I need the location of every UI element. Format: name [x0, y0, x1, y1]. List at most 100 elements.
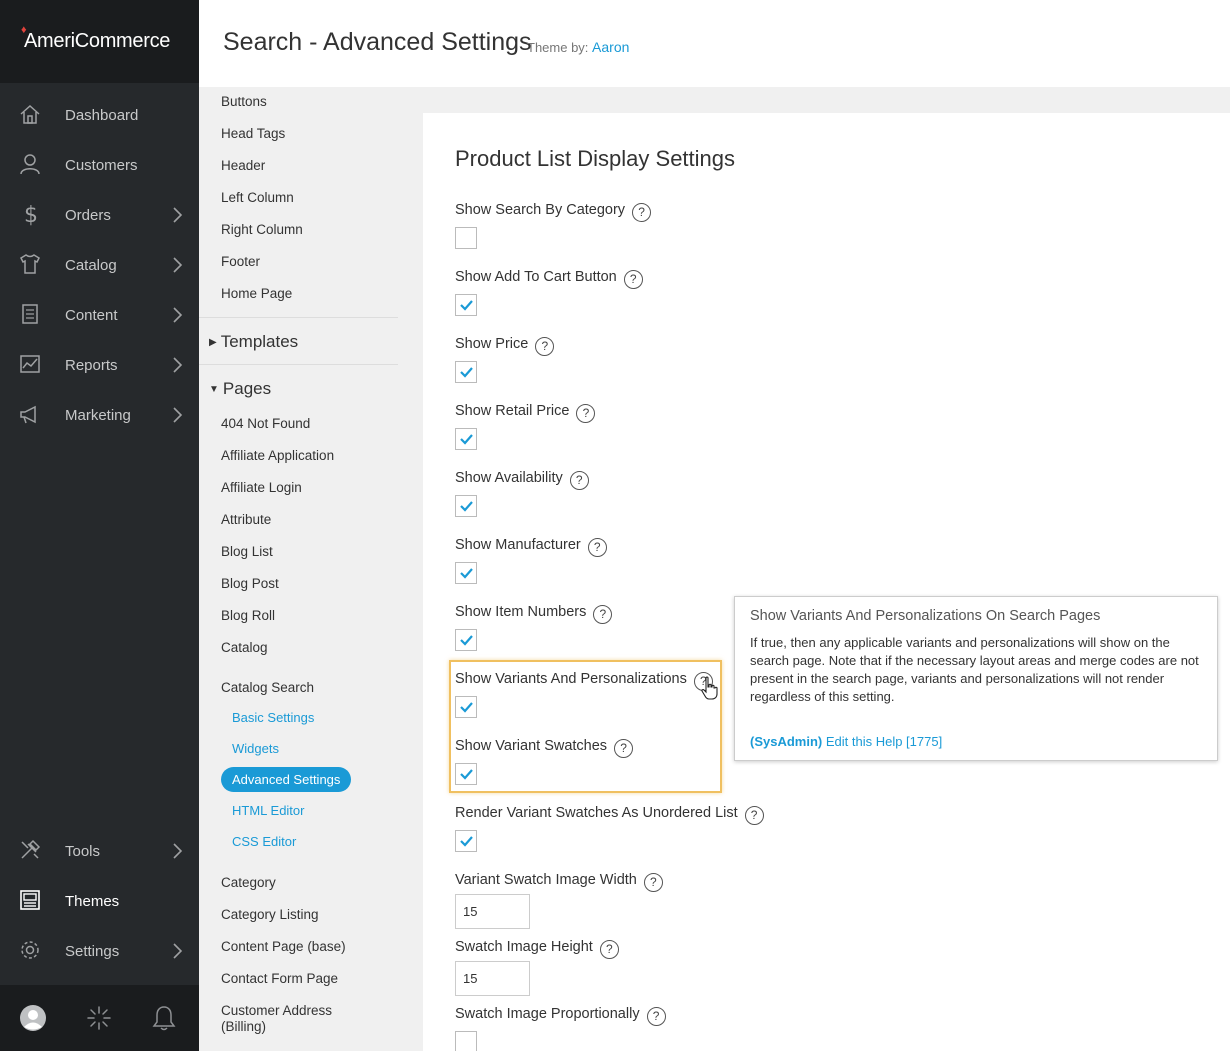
- tree-subitem[interactable]: Basic Settings: [232, 710, 314, 725]
- loading-icon[interactable]: [84, 1003, 114, 1033]
- setting-checkbox[interactable]: [455, 495, 477, 517]
- tree-section-templates[interactable]: ▶ Templates: [209, 332, 298, 352]
- tree-subitem[interactable]: HTML Editor: [232, 803, 304, 818]
- setting-label-text: Show Retail Price: [455, 402, 570, 419]
- tree-item[interactable]: Attribute: [221, 512, 271, 527]
- setting-field: Show Availability?: [455, 468, 589, 490]
- tree-item[interactable]: Blog Post: [221, 576, 279, 591]
- nav-item-themes[interactable]: Themes: [0, 876, 199, 926]
- checkmark-icon: [460, 568, 473, 579]
- home-icon: [20, 104, 40, 124]
- tree-item[interactable]: Affiliate Application: [221, 448, 334, 463]
- help-icon[interactable]: ?: [535, 337, 555, 356]
- setting-checkbox[interactable]: [455, 562, 477, 584]
- nav-item-reports[interactable]: Reports: [0, 340, 199, 390]
- tree-section-pages[interactable]: ▼ Pages: [209, 379, 271, 399]
- chevron-right-icon[interactable]: [168, 841, 188, 861]
- tree-item[interactable]: Head Tags: [221, 126, 285, 141]
- help-icon[interactable]: ?: [632, 203, 652, 222]
- help-icon[interactable]: ?: [643, 873, 663, 892]
- nav-item-orders[interactable]: $ Orders: [0, 190, 199, 240]
- setting-checkbox[interactable]: [455, 227, 477, 249]
- tree-item[interactable]: Blog List: [221, 544, 273, 559]
- logo-bar: ♦ AmeriCommerce: [0, 0, 199, 83]
- checkmark-icon: [460, 300, 473, 311]
- edit-help-link[interactable]: Edit this Help [1775]: [826, 734, 942, 749]
- chevron-right-icon[interactable]: [168, 205, 188, 225]
- setting-checkbox[interactable]: [455, 830, 477, 852]
- nav-item-label: Settings: [65, 942, 120, 960]
- tree-item[interactable]: Home Page: [221, 286, 292, 301]
- tree-item[interactable]: Content Page (base): [221, 939, 346, 954]
- tree-item[interactable]: Right Column: [221, 222, 303, 237]
- tree-item[interactable]: Catalog: [221, 640, 268, 655]
- tree-item[interactable]: 404 Not Found: [221, 416, 310, 431]
- tree-item[interactable]: Left Column: [221, 190, 294, 205]
- setting-checkbox[interactable]: [455, 428, 477, 450]
- tree-item[interactable]: Blog Roll: [221, 608, 275, 623]
- tree-subitem-active[interactable]: Advanced Settings: [221, 767, 352, 792]
- tree-item-customer-address[interactable]: Customer Address: [221, 1003, 332, 1018]
- tree-item[interactable]: Category: [221, 875, 276, 890]
- help-icon[interactable]: ?: [587, 538, 607, 557]
- logo[interactable]: ♦ AmeriCommerce: [21, 24, 170, 53]
- tree-subitem[interactable]: CSS Editor: [232, 834, 296, 849]
- nav-item-dashboard[interactable]: Dashboard: [0, 90, 199, 140]
- tree-item[interactable]: Category Listing: [221, 907, 319, 922]
- nav-item-label: Customers: [65, 156, 138, 174]
- nav-item-catalog[interactable]: Catalog: [0, 240, 199, 290]
- setting-checkbox[interactable]: [455, 294, 477, 316]
- help-icon[interactable]: ?: [593, 605, 613, 624]
- chevron-right-icon[interactable]: [168, 305, 188, 325]
- help-icon[interactable]: ?: [744, 806, 764, 825]
- avatar-icon[interactable]: [18, 1003, 48, 1033]
- tree-section-label: Pages: [222, 379, 272, 398]
- setting-number-input[interactable]: 15: [455, 894, 530, 929]
- gear-icon: [21, 941, 39, 959]
- tools-icon: [21, 839, 41, 859]
- setting-checkbox[interactable]: [455, 629, 477, 651]
- theme-author-link[interactable]: Aaron: [592, 39, 629, 55]
- setting-field: Swatch Image Height?: [455, 937, 619, 959]
- setting-checkbox[interactable]: [455, 1031, 477, 1051]
- checkmark-icon: [460, 367, 473, 378]
- setting-label: Show Price?: [455, 334, 555, 356]
- chevron-right-icon[interactable]: [168, 355, 188, 375]
- chevron-right-icon[interactable]: [168, 941, 188, 961]
- bell-icon[interactable]: [149, 1003, 179, 1033]
- tree-item-customer-address-sub: (Billing): [221, 1019, 267, 1034]
- tree-item-catalog-search[interactable]: Catalog Search: [221, 680, 314, 695]
- nav-item-tools[interactable]: Tools: [0, 826, 199, 876]
- nav-item-label: Tools: [65, 842, 101, 860]
- setting-checkbox[interactable]: [455, 361, 477, 383]
- file-tree: Buttons Head Tags Header Left Column Right C…: [199, 87, 423, 1051]
- help-icon[interactable]: ?: [623, 270, 643, 289]
- setting-label-text: Show Add To Cart Button: [455, 268, 617, 285]
- tree-divider: [199, 364, 398, 365]
- chevron-right-icon[interactable]: [168, 255, 188, 275]
- tree-section-label: Templates: [220, 332, 299, 351]
- nav-item-settings[interactable]: Settings: [0, 926, 199, 976]
- help-icon[interactable]: ?: [599, 940, 619, 959]
- hand-cursor-icon: [701, 676, 718, 700]
- tree-item[interactable]: Contact Form Page: [221, 971, 338, 986]
- tree-subitem[interactable]: Widgets: [232, 741, 279, 756]
- nav-item-label: Orders: [65, 206, 111, 224]
- tree-item[interactable]: Affiliate Login: [221, 480, 302, 495]
- nav-item-customers[interactable]: Customers: [0, 140, 199, 190]
- setting-number-input[interactable]: 15: [455, 961, 530, 996]
- setting-label: Show Add To Cart Button?: [455, 267, 643, 289]
- tree-item[interactable]: Buttons: [221, 94, 267, 109]
- chevron-right-icon[interactable]: [168, 405, 188, 425]
- tree-item[interactable]: Header: [221, 158, 265, 173]
- help-icon[interactable]: ?: [569, 471, 589, 490]
- help-icon[interactable]: ?: [646, 1007, 666, 1026]
- setting-field: Show Manufacturer?: [455, 535, 607, 557]
- nav-item-label: Content: [65, 306, 118, 324]
- setting-label-text: Swatch Image Height: [455, 938, 593, 955]
- nav-item-content[interactable]: Content: [0, 290, 199, 340]
- tree-item[interactable]: Footer: [221, 254, 260, 269]
- setting-label-text: Show Search By Category: [455, 201, 626, 218]
- nav-item-marketing[interactable]: Marketing: [0, 390, 199, 440]
- help-icon[interactable]: ?: [576, 404, 596, 423]
